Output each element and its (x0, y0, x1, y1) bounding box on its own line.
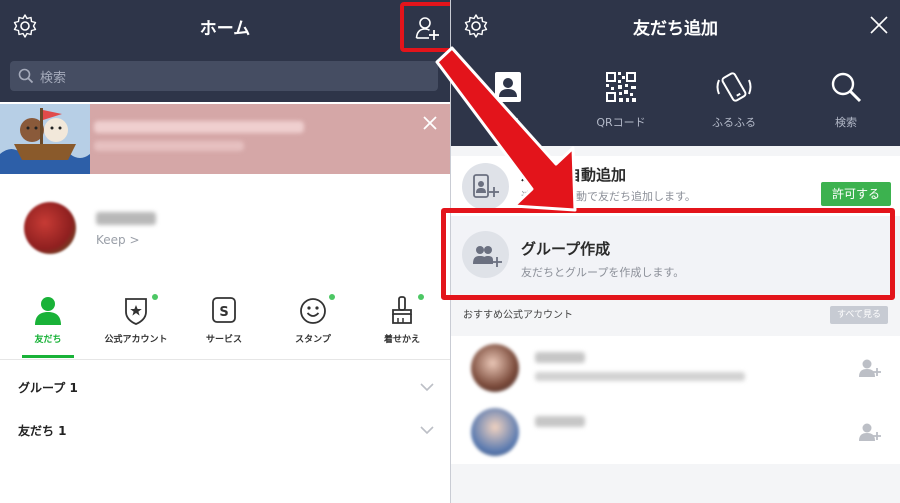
avatar (471, 344, 519, 392)
shake-phone-icon (716, 72, 752, 102)
notification-dot (418, 294, 424, 300)
tab-themes[interactable]: 着せかえ (362, 290, 442, 360)
keep-link[interactable]: Keep > (96, 233, 140, 247)
search-placeholder: 検索 (40, 71, 67, 86)
banner-illustration (0, 104, 90, 174)
add-friends-navbar: 友だち追加 (451, 0, 900, 52)
official-badge-icon (125, 298, 147, 325)
chevron-down-icon (420, 383, 434, 392)
page-title: 友だち追加 (633, 19, 718, 39)
home-screen: ホーム 検索 Keep > 友だち 公式アカウント S サービス スタンプ 着せ… (0, 0, 450, 503)
see-all-button[interactable]: すべて見る (830, 306, 888, 324)
tab-official-accounts[interactable]: 公式アカウント (96, 290, 176, 360)
tab-friends[interactable]: 友だち (8, 290, 88, 360)
notification-dot (329, 294, 335, 300)
smile-icon (300, 298, 326, 324)
phone-add-icon (473, 174, 499, 198)
avatar (471, 408, 519, 456)
shake-button[interactable]: ふるふる (689, 68, 779, 138)
tab-label: 友だち (34, 335, 62, 345)
account-name-blurred (535, 352, 585, 363)
service-icon: S (212, 297, 236, 323)
section-groups[interactable]: グループ 1 (0, 366, 450, 409)
notification-dot (152, 294, 158, 300)
add-friend-button[interactable] (400, 2, 450, 52)
my-profile[interactable]: Keep > (0, 174, 450, 286)
svg-text:S: S (219, 305, 228, 320)
person-icon (35, 297, 61, 325)
account-desc-blurred (535, 372, 745, 381)
allow-button[interactable]: 許可する (821, 182, 891, 206)
auto-add-avatar (462, 163, 509, 210)
tab-label: 着せかえ (383, 335, 420, 345)
account-name-blurred (535, 416, 585, 427)
section-label: 友だち 1 (18, 424, 67, 438)
search-input[interactable]: 検索 (10, 61, 438, 91)
auto-add-title: 友だち自動追加 (521, 166, 627, 184)
home-tabs: 友だち 公式アカウント S サービス スタンプ 着せかえ (0, 290, 450, 360)
list-item[interactable] (451, 400, 900, 464)
create-group-highlight (441, 208, 895, 300)
promo-banner[interactable] (0, 104, 450, 174)
search-bar: 検索 (0, 52, 450, 102)
close-icon[interactable] (422, 115, 438, 131)
section-label: グループ 1 (18, 381, 78, 395)
invite-button[interactable]: 招待 (463, 68, 553, 138)
recommended-header: おすすめ公式アカウント (463, 310, 573, 321)
qr-code-button[interactable]: QRコード (576, 68, 666, 138)
active-tab-indicator (22, 355, 74, 358)
list-item[interactable] (451, 336, 900, 400)
add-friend-icon[interactable] (859, 422, 881, 442)
search-icon (831, 72, 862, 103)
qr-code-icon (605, 71, 637, 103)
add-friend-icon (415, 17, 439, 40)
add-friend-icon[interactable] (859, 358, 881, 378)
method-label: 検索 (835, 116, 857, 129)
search-id-button[interactable]: 検索 (801, 68, 891, 138)
tab-label: スタンプ (295, 335, 331, 345)
tab-stickers[interactable]: スタンプ (273, 290, 353, 360)
banner-subtext-blurred (94, 141, 244, 151)
tab-label: サービス (205, 335, 242, 345)
add-method-bar: 招待 QRコード ふるふる 検索 (451, 52, 900, 146)
method-label: 招待 (497, 116, 519, 129)
banner-text-blurred (94, 121, 304, 133)
method-label: ふるふる (712, 116, 756, 129)
method-label: QRコード (596, 116, 646, 129)
contact-book-icon (495, 72, 521, 102)
tab-services[interactable]: S サービス (184, 290, 264, 360)
profile-name-blurred (96, 212, 156, 225)
search-icon (18, 68, 34, 84)
close-icon[interactable] (868, 14, 890, 36)
brush-icon (392, 296, 412, 324)
tab-label: 公式アカウント (104, 335, 168, 345)
home-navbar: ホーム (0, 0, 450, 52)
avatar[interactable] (24, 202, 76, 254)
section-friends[interactable]: 友だち 1 (0, 409, 450, 452)
auto-add-subtitle: 連絡先を自動で友だち追加します。 (521, 190, 696, 203)
chevron-down-icon (420, 426, 434, 435)
page-title: ホーム (199, 19, 251, 39)
